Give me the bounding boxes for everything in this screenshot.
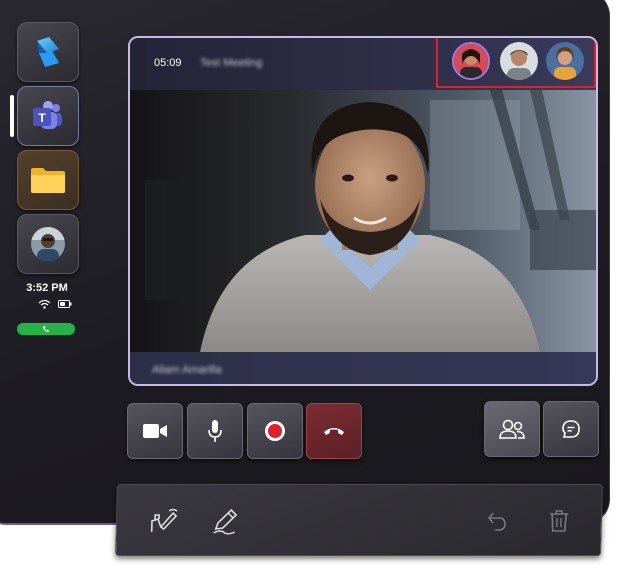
video-camera-icon [143, 424, 167, 438]
app-tile-dynamics[interactable] [17, 22, 79, 82]
microphone-toggle-button[interactable] [187, 403, 243, 459]
teams-logo-icon: T [33, 101, 62, 129]
participant-avatar[interactable] [452, 42, 490, 80]
participants-button[interactable] [484, 401, 540, 457]
participant-avatar-image [546, 42, 584, 80]
participant-avatar-image [500, 42, 538, 80]
phone-icon [43, 326, 49, 332]
microphone-icon [208, 420, 222, 442]
system-status [38, 299, 72, 309]
undo-button[interactable] [479, 503, 516, 539]
speaker-name: Aliam Amarilla [152, 364, 222, 376]
pen-button[interactable] [207, 503, 244, 539]
hang-up-button[interactable] [306, 403, 362, 459]
chat-icon [562, 420, 580, 438]
draw-gesture-icon [150, 508, 178, 532]
chat-button[interactable] [543, 401, 599, 457]
call-title-bar: 05:09 Test Meeting [130, 38, 596, 90]
contact-avatar-icon [31, 227, 65, 261]
participant-avatar[interactable] [546, 42, 584, 80]
participant-avatar-image [454, 44, 488, 78]
svg-text:T: T [38, 111, 46, 125]
speaker-video-image [130, 90, 596, 352]
delete-icon [550, 510, 569, 532]
wifi-icon [38, 299, 51, 309]
active-app-indicator [10, 95, 14, 137]
participant-avatar[interactable] [500, 42, 538, 80]
pen-icon [213, 508, 238, 535]
video-call-window: 05:09 Test Meeting Aliam Amarilla [128, 36, 598, 386]
app-tile-files[interactable] [17, 150, 79, 210]
participant-roster[interactable] [436, 38, 596, 88]
meeting-title: Test Meeting [200, 57, 263, 69]
speaker-video-feed [130, 90, 596, 352]
record-button[interactable] [247, 403, 303, 459]
hang-up-icon [324, 428, 344, 435]
dynamics-logo-icon [37, 37, 59, 67]
active-call-indicator[interactable] [17, 323, 75, 335]
undo-icon [488, 512, 506, 531]
speaker-name-bar: Aliam Amarilla [130, 352, 596, 384]
delete-button[interactable] [541, 503, 578, 539]
call-timer: 05:09 [154, 57, 182, 69]
folder-icon [31, 168, 65, 193]
app-tile-contact[interactable] [17, 214, 79, 274]
ink-toolbar [115, 484, 603, 556]
camera-toggle-button[interactable] [127, 403, 183, 459]
record-icon [265, 421, 285, 441]
draw-gesture-button[interactable] [147, 503, 184, 539]
app-tile-teams[interactable]: T [17, 86, 79, 146]
battery-icon [58, 300, 72, 308]
system-clock: 3:52 PM [26, 282, 68, 294]
participants-icon [499, 419, 525, 439]
